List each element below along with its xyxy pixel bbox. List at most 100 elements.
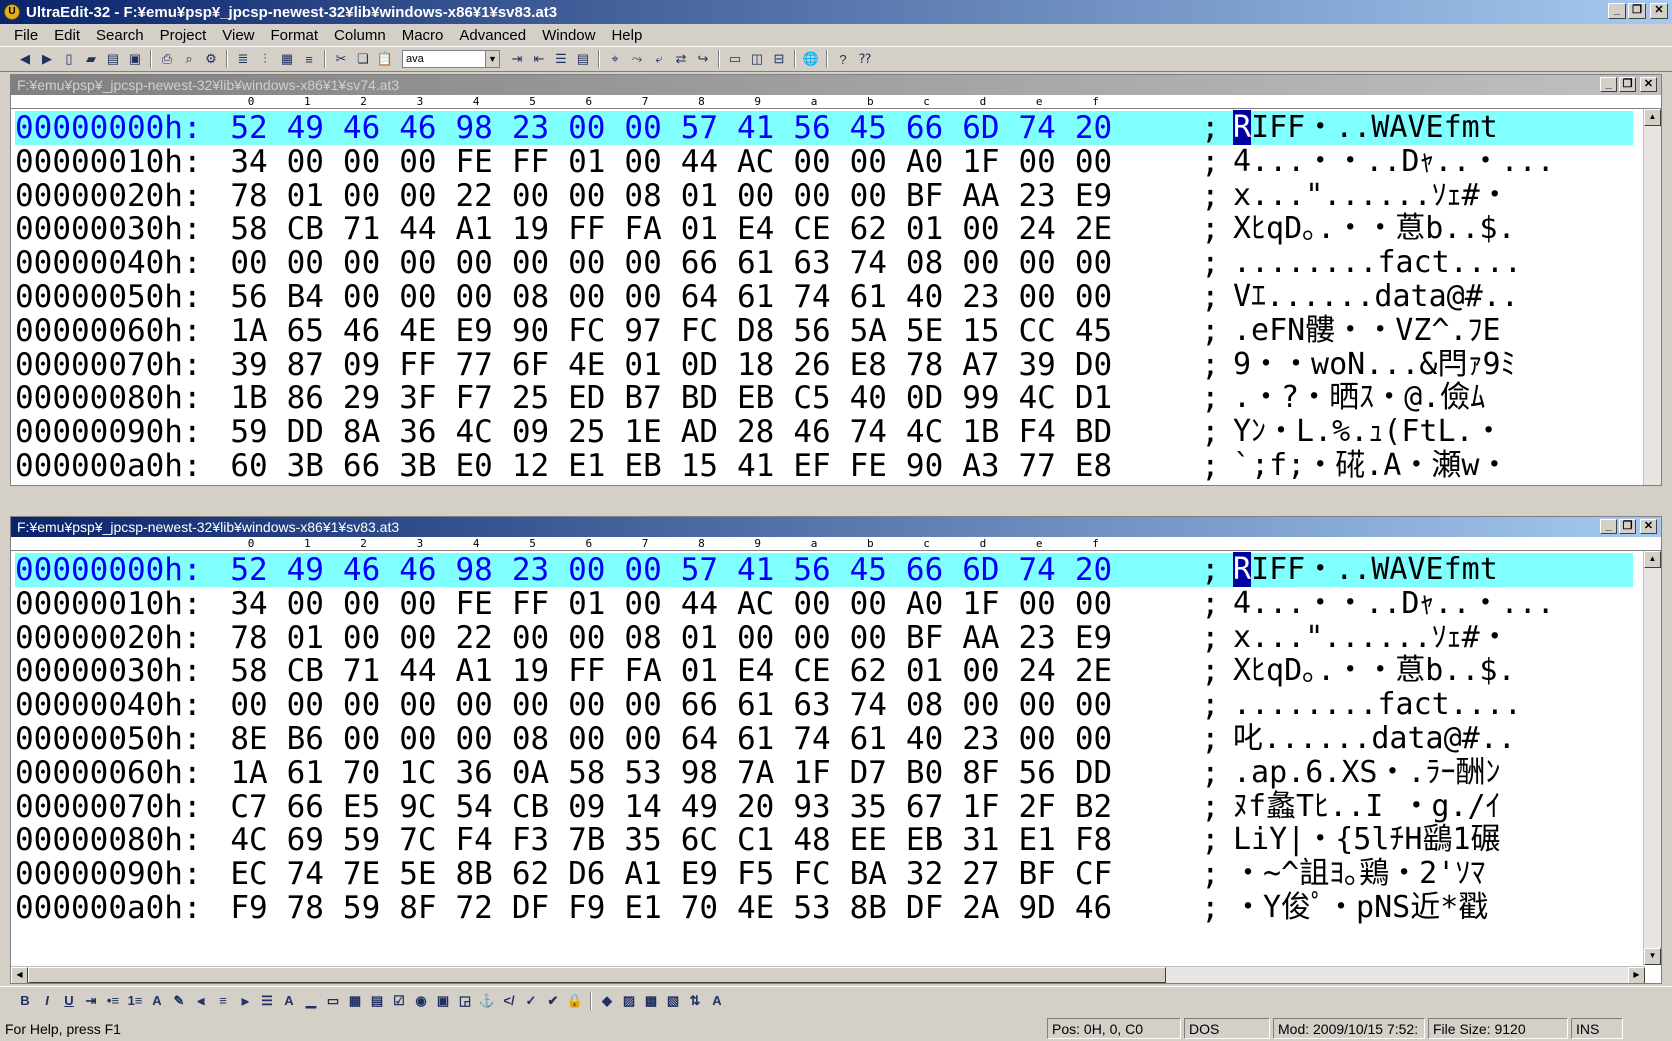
hex-row[interactable]: 00000090h: 59 DD 8A 36 4C 09 25 1E AD 28 46 74 4C 1B F4… — [15, 415, 1633, 450]
hex-byte[interactable]: 00 — [1066, 246, 1122, 280]
hex-byte[interactable]: 39 — [221, 348, 277, 382]
hex-byte[interactable]: 00 — [446, 246, 502, 280]
hex-byte[interactable]: F4 — [446, 823, 502, 857]
hex-byte[interactable]: 00 — [334, 246, 390, 280]
hex-byte[interactable]: 4C — [1009, 381, 1065, 415]
image-icon[interactable]: ▣ — [432, 991, 454, 1011]
hex-byte[interactable]: 00 — [390, 621, 446, 655]
hex-row[interactable]: 00000060h: 1A 61 70 1C 36 0A 58 53 98 7A 1F D7 B0 8F 56… — [15, 755, 1633, 790]
hex-byte[interactable]: 00 — [1066, 688, 1122, 722]
restore-button[interactable]: ❐ — [1619, 519, 1636, 534]
hex-byte[interactable]: 2A — [953, 891, 1009, 925]
hex-byte[interactable]: 49 — [671, 790, 727, 824]
indent-text-icon[interactable]: ⇥ — [80, 991, 102, 1011]
hex-byte[interactable]: 7A — [728, 756, 784, 790]
hex-row[interactable]: 00000030h: 58 CB 71 44 A1 19 FF FA 01 E4 CE 62 01 00 24… — [15, 212, 1633, 247]
numbered-list-icon[interactable]: 1≡ — [124, 991, 146, 1011]
hex-byte[interactable]: 14 — [615, 790, 671, 824]
hex-byte[interactable]: A1 — [446, 212, 502, 246]
hex-byte[interactable]: F7 — [446, 381, 502, 415]
hex-view[interactable]: 00000000h: 52 49 46 46 98 23 00 00 57 41 56 45 66 6D 74… — [11, 109, 1661, 485]
hex-byte[interactable]: 00 — [784, 587, 840, 621]
hex-row[interactable]: 00000080h: 1B 86 29 3F F7 25 ED B7 BD EB C5 40 0D 99 4C… — [15, 381, 1633, 416]
menu-format[interactable]: Format — [263, 27, 327, 44]
hex-byte[interactable]: 62 — [840, 212, 896, 246]
hex-byte[interactable]: 00 — [615, 553, 671, 587]
hex-byte[interactable]: E9 — [1066, 179, 1122, 213]
hex-byte[interactable]: 74 — [1009, 111, 1065, 145]
hex-byte[interactable]: 00 — [277, 688, 333, 722]
hex-byte[interactable]: FC — [784, 857, 840, 891]
cut-icon[interactable]: ✂ — [330, 49, 352, 69]
ascii-text[interactable]: 叱......data@#.. — [1233, 722, 1516, 756]
ascii-text[interactable]: ........fact.... — [1233, 688, 1522, 722]
hex-byte[interactable]: 98 — [446, 553, 502, 587]
hex-byte[interactable]: 44 — [390, 212, 446, 246]
hex-byte[interactable]: 67 — [897, 790, 953, 824]
hex-byte[interactable]: 20 — [1066, 553, 1122, 587]
scroll-down-icon[interactable]: ▼ — [1644, 948, 1661, 965]
hex-byte[interactable]: C5 — [784, 381, 840, 415]
hex-byte[interactable]: 23 — [503, 553, 559, 587]
hex-byte[interactable]: DD — [1066, 756, 1122, 790]
align-right-icon[interactable]: ⫸ — [234, 991, 256, 1011]
hex-byte[interactable]: 9C — [390, 790, 446, 824]
hex-byte[interactable]: 7E — [334, 857, 390, 891]
hex-byte[interactable]: F9 — [221, 891, 277, 925]
hex-byte[interactable]: F8 — [1066, 823, 1122, 857]
hex-byte[interactable]: 1A — [221, 756, 277, 790]
menu-window[interactable]: Window — [534, 27, 603, 44]
hex-byte[interactable]: 26 — [784, 348, 840, 382]
hex-byte[interactable]: 71 — [334, 654, 390, 688]
tile-vertical-icon[interactable]: ◫ — [746, 49, 768, 69]
hex-byte[interactable]: 1E — [615, 415, 671, 449]
hex-byte[interactable]: E8 — [1066, 449, 1122, 483]
hex-byte[interactable]: 39 — [1009, 348, 1065, 382]
hex-byte[interactable]: 46 — [390, 111, 446, 145]
hex-byte[interactable]: 36 — [446, 756, 502, 790]
hex-byte[interactable]: 7C — [390, 823, 446, 857]
hex-byte[interactable]: 00 — [334, 722, 390, 756]
hex-byte[interactable]: A1 — [615, 857, 671, 891]
hex-byte[interactable]: 00 — [953, 688, 1009, 722]
print-preview-icon[interactable]: ⌕ — [178, 49, 200, 69]
hex-byte[interactable]: 90 — [897, 449, 953, 483]
hex-byte[interactable]: 3B — [390, 449, 446, 483]
hex-byte[interactable]: 8B — [446, 857, 502, 891]
hex-byte[interactable]: 08 — [897, 246, 953, 280]
ascii-text[interactable]: ・Y俊ﾟ・pNS近*戳 — [1233, 891, 1488, 925]
hex-byte[interactable]: 00 — [1066, 280, 1122, 314]
hex-byte[interactable]: 27 — [953, 857, 1009, 891]
convert-icon[interactable]: ⇅ — [684, 991, 706, 1011]
hex-byte[interactable]: 31 — [953, 823, 1009, 857]
hex-byte[interactable]: 00 — [615, 688, 671, 722]
menu-project[interactable]: Project — [152, 27, 215, 44]
hex-byte[interactable]: 6D — [953, 553, 1009, 587]
hex-byte[interactable]: 98 — [671, 756, 727, 790]
justify-icon[interactable]: ▤ — [572, 49, 594, 69]
hex-byte[interactable]: 62 — [840, 654, 896, 688]
hex-byte[interactable]: 12 — [503, 449, 559, 483]
hex-byte[interactable]: 44 — [390, 654, 446, 688]
hex-byte[interactable]: 53 — [615, 756, 671, 790]
hex-byte[interactable]: 64 — [671, 722, 727, 756]
hex-byte[interactable]: E5 — [334, 790, 390, 824]
hex-byte[interactable]: 22 — [446, 621, 502, 655]
hex-byte[interactable]: 45 — [1066, 314, 1122, 348]
radio-icon[interactable]: ◉ — [410, 991, 432, 1011]
goto-icon[interactable]: ↪ — [692, 49, 714, 69]
hex-byte[interactable]: 01 — [559, 587, 615, 621]
hex-byte[interactable]: 00 — [840, 587, 896, 621]
vertical-scrollbar[interactable]: ▲ — [1643, 109, 1661, 485]
justify-text-icon[interactable]: ☰ — [256, 991, 278, 1011]
hex-byte[interactable]: 00 — [784, 621, 840, 655]
hex-byte[interactable]: 00 — [615, 246, 671, 280]
hex-byte[interactable]: 8F — [953, 756, 1009, 790]
hex-row[interactable]: 00000090h: EC 74 7E 5E 8B 62 D6 A1 E9 F5 FC BA 32 27 BF… — [15, 857, 1633, 892]
hex-row[interactable]: 00000040h: 00 00 00 00 00 00 00 00 66 61 63 74 08 00 00… — [15, 246, 1633, 281]
hex-byte[interactable]: 52 — [221, 553, 277, 587]
hex-byte[interactable]: DD — [277, 415, 333, 449]
ascii-text[interactable]: 9・・woN...&閂ｧ9ﾐ — [1233, 347, 1516, 382]
hex-byte[interactable]: 46 — [334, 314, 390, 348]
hex-byte[interactable]: 56 — [784, 111, 840, 145]
